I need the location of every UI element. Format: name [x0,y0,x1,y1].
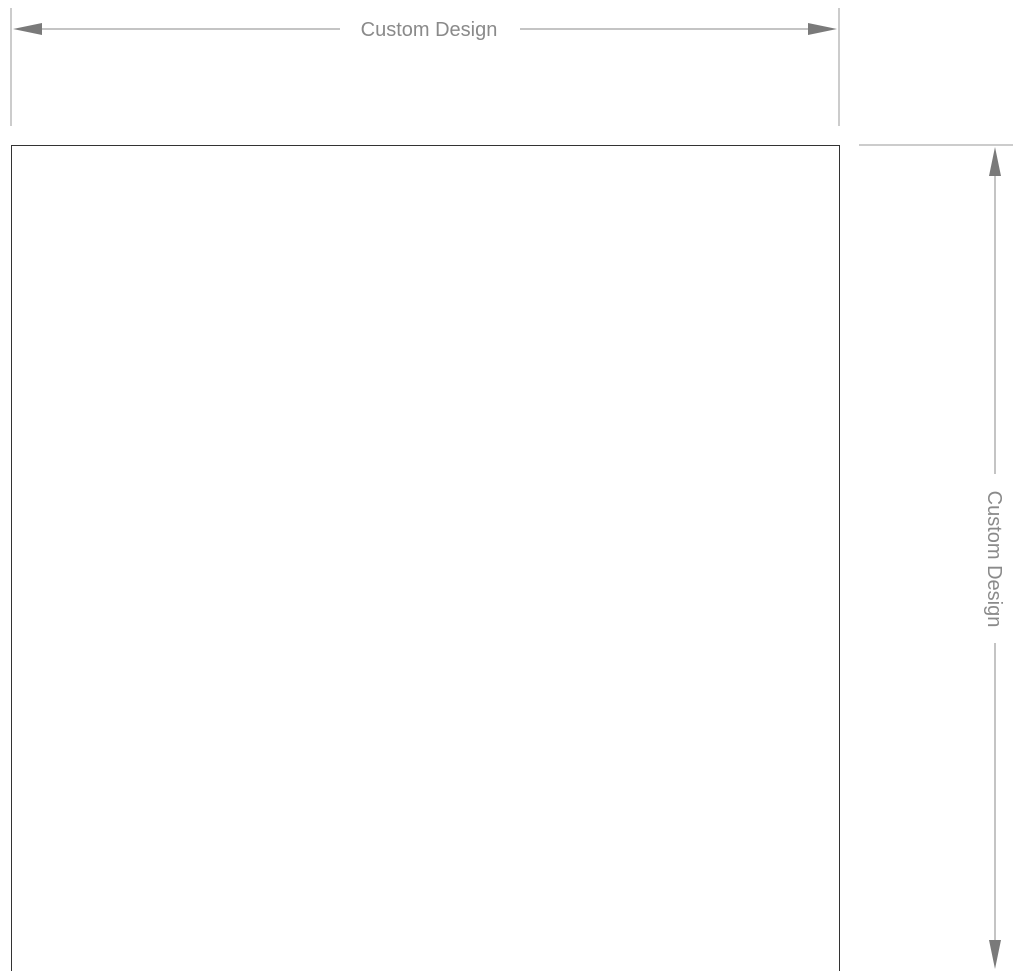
height-dimension-label: Custom Design [983,491,1005,628]
width-dimension: Custom Design [10,8,840,126]
design-drawing: Custom Design Custom Design [10,8,1013,971]
design-panel [11,145,840,971]
height-arrow-top [989,147,1001,176]
width-dimension-label: Custom Design [361,19,498,41]
width-arrow-right [808,23,837,35]
height-arrow-bottom [989,940,1001,969]
width-arrow-left [13,23,42,35]
height-dimension: Custom Design [859,144,1013,969]
